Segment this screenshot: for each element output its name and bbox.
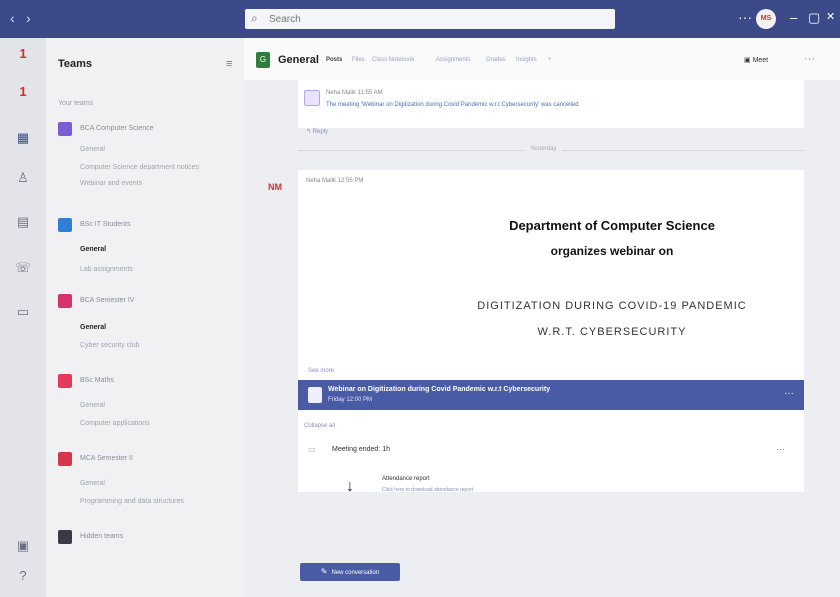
forward-icon[interactable]: › (26, 10, 31, 26)
author-avatar: NM (268, 182, 282, 192)
see-more-link[interactable]: See more (308, 368, 334, 374)
title-bar: ‹ › ⌕ ··· MS – ▢ ✕ (0, 0, 840, 38)
tab-assignments[interactable]: Assignments (436, 57, 470, 63)
channel-item[interactable]: Cyber security club (80, 342, 140, 349)
meeting-bar[interactable]: Webinar on Digitization during Covid Pan… (298, 380, 804, 410)
video-icon: ▭ (308, 445, 316, 454)
message-text: The meeting 'Webinar on Digitization dur… (326, 102, 579, 108)
webinar-post: Neha Malik 12:55 PM Department of Comput… (298, 170, 804, 492)
meeting-title: Webinar on Digitization during Covid Pan… (328, 386, 551, 393)
team-name: MCA Semester II (80, 455, 133, 462)
avatar[interactable]: MS (756, 9, 776, 29)
activity-icon[interactable]: 1 (14, 46, 32, 61)
meeting-time: Friday 12:00 PM (328, 397, 373, 403)
download-icon[interactable]: ↓ (346, 478, 354, 496)
channel-item[interactable]: Webinar and events (80, 180, 142, 187)
team-name: BCA Computer Science (80, 125, 154, 132)
help-icon[interactable]: ? (14, 568, 32, 583)
flyer-topic-suffix: W.R.T. CYBERSECURITY (537, 326, 687, 338)
flyer-heading: Department of Computer Science (509, 218, 715, 233)
search-icon: ⌕ (251, 11, 258, 25)
channel-item[interactable]: General (80, 480, 105, 487)
calls-icon[interactable]: ☏ (14, 260, 32, 276)
tab-class-notebook[interactable]: Class Notebook (372, 57, 414, 63)
app-rail: 1 1 ▦ ♙ ▤ ☏ ▭ ▣ ? (0, 38, 47, 597)
activity-badge: 1 (19, 46, 27, 61)
channel-item[interactable]: Programming and data structures (80, 498, 184, 505)
new-conversation-icon: ✎ (320, 567, 328, 576)
search-box[interactable]: ⌕ (245, 9, 615, 29)
team-tile-icon (58, 530, 72, 544)
minimize-icon[interactable]: – (790, 10, 797, 25)
channel-item[interactable]: General (80, 402, 105, 409)
channel-header: G General Posts Files Class Notebook Ass… (244, 38, 840, 81)
channel-item[interactable]: General (80, 324, 106, 331)
back-icon[interactable]: ‹ (10, 10, 15, 26)
ended-more-icon[interactable]: ··· (776, 444, 785, 454)
filter-icon[interactable]: ≡ (226, 58, 232, 70)
team-tile-icon (58, 452, 72, 466)
chat-badge: 1 (19, 84, 27, 99)
message-author: Neha Malik 11:55 AM (326, 90, 383, 96)
add-tab-button[interactable]: + (548, 57, 552, 63)
flyer-subheading: organizes webinar on (550, 244, 674, 258)
more-options-icon[interactable]: ··· (804, 53, 815, 65)
teams-window: ‹ › ⌕ ··· MS – ▢ ✕ 1 1 ▦ ♙ ▤ ☏ ▭ ▣ ? Tea… (0, 0, 840, 597)
channel-item[interactable]: General (80, 246, 106, 253)
conversation-feed: Neha Malik 11:55 AM The meeting 'Webinar… (244, 80, 840, 597)
new-conversation-label: New conversation (331, 570, 380, 576)
meeting-ended-text: Meeting ended: 1h (332, 446, 390, 453)
teams-panel: Teams ≡ Your teams BCA Computer Science … (46, 38, 245, 597)
team-tile-icon (58, 218, 72, 232)
post-author: Neha Malik 12:55 PM (306, 178, 364, 184)
channel-item[interactable]: Computer Science department notices (80, 164, 199, 171)
files-icon[interactable]: ▭ (14, 304, 32, 320)
apps-icon[interactable]: ▣ (14, 538, 32, 554)
attendance-report-desc: Click here to download attendance report (382, 487, 474, 493)
meet-label: Meet (752, 57, 769, 64)
date-label: Yesterday (524, 146, 563, 152)
assignments-icon[interactable]: ♙ (14, 170, 32, 186)
team-tile-icon (58, 294, 72, 308)
team-name: BSc IT Students (80, 221, 131, 228)
channel-name: General (278, 54, 319, 66)
teams-title: Teams (58, 58, 93, 70)
channel-item[interactable]: Lab assignments (80, 266, 133, 273)
collapse-all-link[interactable]: Collapse all (304, 423, 335, 429)
team-name: BSc Maths (80, 377, 114, 384)
team-name: Hidden teams (80, 533, 124, 540)
search-input[interactable] (267, 11, 611, 28)
teams-icon[interactable]: ▦ (14, 130, 32, 146)
meeting-icon (308, 387, 322, 403)
meet-button[interactable]: ▣ Meet (744, 56, 768, 64)
reply-link[interactable]: ↰ Reply (306, 128, 328, 135)
tab-files[interactable]: Files (352, 57, 365, 63)
attendance-report-title[interactable]: Attendance report (382, 476, 430, 482)
channel-item[interactable]: General (80, 146, 105, 153)
team-tile-icon (58, 374, 72, 388)
close-icon[interactable]: ✕ (826, 10, 835, 23)
team-avatar-icon: G (256, 52, 270, 68)
channel-item[interactable]: Computer applications (80, 420, 150, 427)
settings-more-icon[interactable]: ··· (738, 9, 752, 25)
flyer-topic: DIGITIZATION DURING COVID-19 PANDEMIC (477, 300, 747, 312)
calendar-icon[interactable]: ▤ (14, 214, 32, 230)
meeting-options-icon[interactable]: ··· (784, 388, 794, 399)
team-tile-icon (58, 122, 72, 136)
tab-grades[interactable]: Grades (486, 57, 506, 63)
team-name: BCA Semester IV (80, 297, 135, 304)
tab-insights[interactable]: Insights (516, 57, 537, 63)
section-label: Your teams (58, 100, 94, 107)
chat-icon[interactable]: 1 (14, 84, 32, 99)
new-conversation-button[interactable]: ✎ New conversation (300, 563, 400, 581)
maximize-icon[interactable]: ▢ (808, 10, 820, 26)
calendar-avatar-icon (304, 90, 320, 106)
tab-posts[interactable]: Posts (326, 57, 342, 63)
